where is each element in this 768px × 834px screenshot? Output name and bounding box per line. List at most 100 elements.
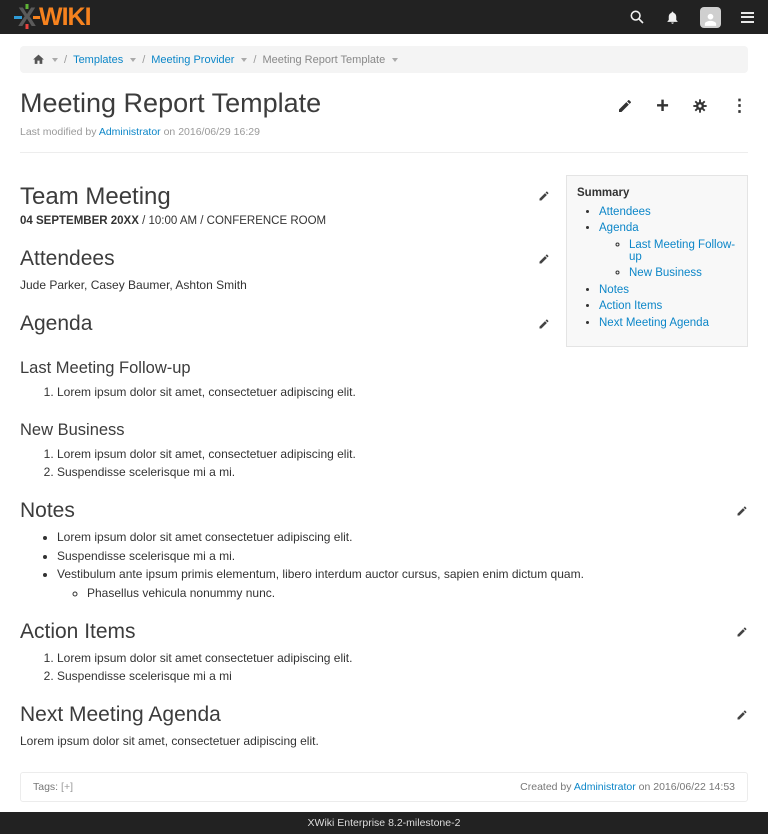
list-item: Action Items: [599, 300, 737, 312]
summary-link-last-meeting-follow-up[interactable]: Last Meeting Follow-up: [629, 239, 735, 263]
section-edit-pencil-icon[interactable]: [538, 318, 550, 330]
menu-icon[interactable]: [741, 12, 754, 23]
last-meeting-follow-up-list: Lorem ipsum dolor sit amet, consectetuer…: [20, 385, 748, 399]
list-item-text: Vestibulum ante ipsum primis elementum, …: [57, 567, 584, 581]
section-title: Notes: [20, 499, 75, 523]
list-item: Lorem ipsum dolor sit amet, consectetuer…: [57, 447, 748, 461]
created-user-link[interactable]: Administrator: [574, 781, 636, 793]
tags-label: Tags:: [33, 781, 58, 793]
logo-text: WIKI: [39, 4, 91, 30]
more-kebab-icon[interactable]: ⋮: [731, 98, 748, 114]
summary-link-notes[interactable]: Notes: [599, 284, 629, 296]
add-plus-icon[interactable]: +: [656, 98, 669, 114]
list-item: Next Meeting Agenda: [599, 317, 737, 329]
notes-sublist: Phasellus vehicula nonummy nunc.: [57, 586, 748, 600]
add-tag-button[interactable]: [+]: [61, 781, 73, 793]
modified-prefix: Last modified by: [20, 126, 96, 138]
summary-sublist: Last Meeting Follow-up New Business: [599, 239, 737, 280]
subsection-last-meeting-follow-up-title: Last Meeting Follow-up: [20, 359, 748, 378]
avatar-image: [700, 7, 721, 28]
breadcrumb-item-templates[interactable]: Templates: [73, 54, 123, 66]
bell-icon[interactable]: [665, 10, 680, 25]
chevron-down-icon[interactable]: [130, 58, 136, 62]
logo-blue-dash: [14, 16, 22, 19]
edit-pencil-icon[interactable]: [617, 98, 633, 114]
chevron-down-icon[interactable]: [392, 58, 398, 62]
list-item: Lorem ipsum dolor sit amet consectetuer …: [57, 530, 748, 544]
subsection-new-business-title: New Business: [20, 421, 748, 440]
modified-user-link[interactable]: Administrator: [99, 126, 161, 138]
document-footer: Tags: [+] Created by Administrator on 20…: [20, 772, 748, 802]
section-action-items-heading: Action Items: [20, 620, 748, 644]
page-header: Meeting Report Template + ⋮: [20, 89, 748, 119]
list-item: Attendees: [599, 206, 737, 218]
list-item: Vestibulum ante ipsum primis elementum, …: [57, 567, 748, 600]
summary-link-attendees[interactable]: Attendees: [599, 206, 651, 218]
section-edit-pencil-icon[interactable]: [736, 505, 748, 517]
section-edit-pencil-icon[interactable]: [538, 190, 550, 202]
section-title: Next Meeting Agenda: [20, 703, 221, 727]
header-divider: [20, 152, 748, 153]
breadcrumb: / Templates / Meeting Provider / Meeting…: [20, 46, 748, 73]
document-content: Summary Attendees Agenda Last Meeting Fo…: [20, 171, 748, 749]
meeting-details: / 10:00 AM / CONFERENCE ROOM: [139, 215, 326, 227]
list-item: Suspendisse scelerisque mi a mi.: [57, 465, 748, 479]
version-bar: XWiki Enterprise 8.2-milestone-2: [0, 812, 768, 834]
user-avatar[interactable]: [700, 7, 721, 28]
list-item: Lorem ipsum dolor sit amet consectetuer …: [57, 651, 748, 665]
breadcrumb-item-meeting-provider[interactable]: Meeting Provider: [151, 54, 234, 66]
page: X WIKI / Templates: [0, 0, 768, 834]
created-suffix: on 2016/06/22 14:53: [639, 781, 735, 793]
list-item: Agenda Last Meeting Follow-up New Busine…: [599, 222, 737, 279]
section-attendees-heading: Attendees: [20, 247, 550, 271]
section-title: Attendees: [20, 247, 115, 271]
new-business-list: Lorem ipsum dolor sit amet, consectetuer…: [20, 447, 748, 480]
chevron-down-icon[interactable]: [52, 58, 58, 62]
section-title: Action Items: [20, 620, 136, 644]
summary-panel: Summary Attendees Agenda Last Meeting Fo…: [566, 175, 748, 348]
summary-list: Attendees Agenda Last Meeting Follow-up …: [577, 206, 737, 329]
modified-suffix: on 2016/06/29 16:29: [164, 126, 260, 138]
created-line: Created by Administrator on 2016/06/22 1…: [520, 781, 735, 793]
breadcrumb-separator: /: [253, 54, 256, 66]
list-item: Phasellus vehicula nonummy nunc.: [87, 586, 748, 600]
section-edit-pencil-icon[interactable]: [736, 709, 748, 721]
top-navbar: X WIKI: [0, 0, 768, 34]
section-title: Team Meeting: [20, 183, 171, 211]
logo-red-dot: [25, 24, 28, 29]
home-icon[interactable]: [32, 53, 45, 66]
settings-gear-icon[interactable]: [692, 98, 708, 114]
summary-link-new-business[interactable]: New Business: [629, 267, 702, 279]
section-title: Agenda: [20, 312, 92, 336]
summary-link-next-meeting-agenda[interactable]: Next Meeting Agenda: [599, 317, 709, 329]
section-notes-heading: Notes: [20, 499, 748, 523]
chevron-down-icon[interactable]: [241, 58, 247, 62]
page-actions: + ⋮: [617, 98, 748, 114]
logo-green-dot: [25, 4, 28, 9]
summary-link-agenda[interactable]: Agenda: [599, 222, 639, 234]
summary-title: Summary: [577, 187, 629, 199]
section-edit-pencil-icon[interactable]: [538, 253, 550, 265]
notes-list: Lorem ipsum dolor sit amet consectetuer …: [20, 530, 748, 600]
summary-link-action-items[interactable]: Action Items: [599, 300, 662, 312]
topbar-actions: [629, 7, 754, 28]
meeting-date: 04 SEPTEMBER 20XX: [20, 215, 139, 227]
created-prefix: Created by: [520, 781, 571, 793]
list-item: Last Meeting Follow-up: [629, 239, 737, 263]
list-item: Lorem ipsum dolor sit amet, consectetuer…: [57, 385, 748, 399]
breadcrumb-separator: /: [64, 54, 67, 66]
breadcrumb-item-current: Meeting Report Template: [262, 54, 385, 66]
action-items-list: Lorem ipsum dolor sit amet consectetuer …: [20, 651, 748, 684]
list-item: Suspendisse scelerisque mi a mi.: [57, 549, 748, 563]
breadcrumb-separator: /: [142, 54, 145, 66]
next-meeting-text: Lorem ipsum dolor sit amet, consectetuer…: [20, 734, 748, 748]
version-text: XWiki Enterprise 8.2-milestone-2: [308, 817, 461, 829]
tags-area: Tags: [+]: [33, 781, 73, 793]
section-next-meeting-agenda-heading: Next Meeting Agenda: [20, 703, 748, 727]
section-edit-pencil-icon[interactable]: [736, 626, 748, 638]
section-team-meeting-heading: Team Meeting: [20, 183, 550, 211]
xwiki-logo[interactable]: X WIKI: [14, 4, 91, 30]
search-icon[interactable]: [629, 9, 645, 25]
last-modified-line: Last modified by Administrator on 2016/0…: [20, 126, 748, 138]
list-item: New Business: [629, 267, 737, 279]
